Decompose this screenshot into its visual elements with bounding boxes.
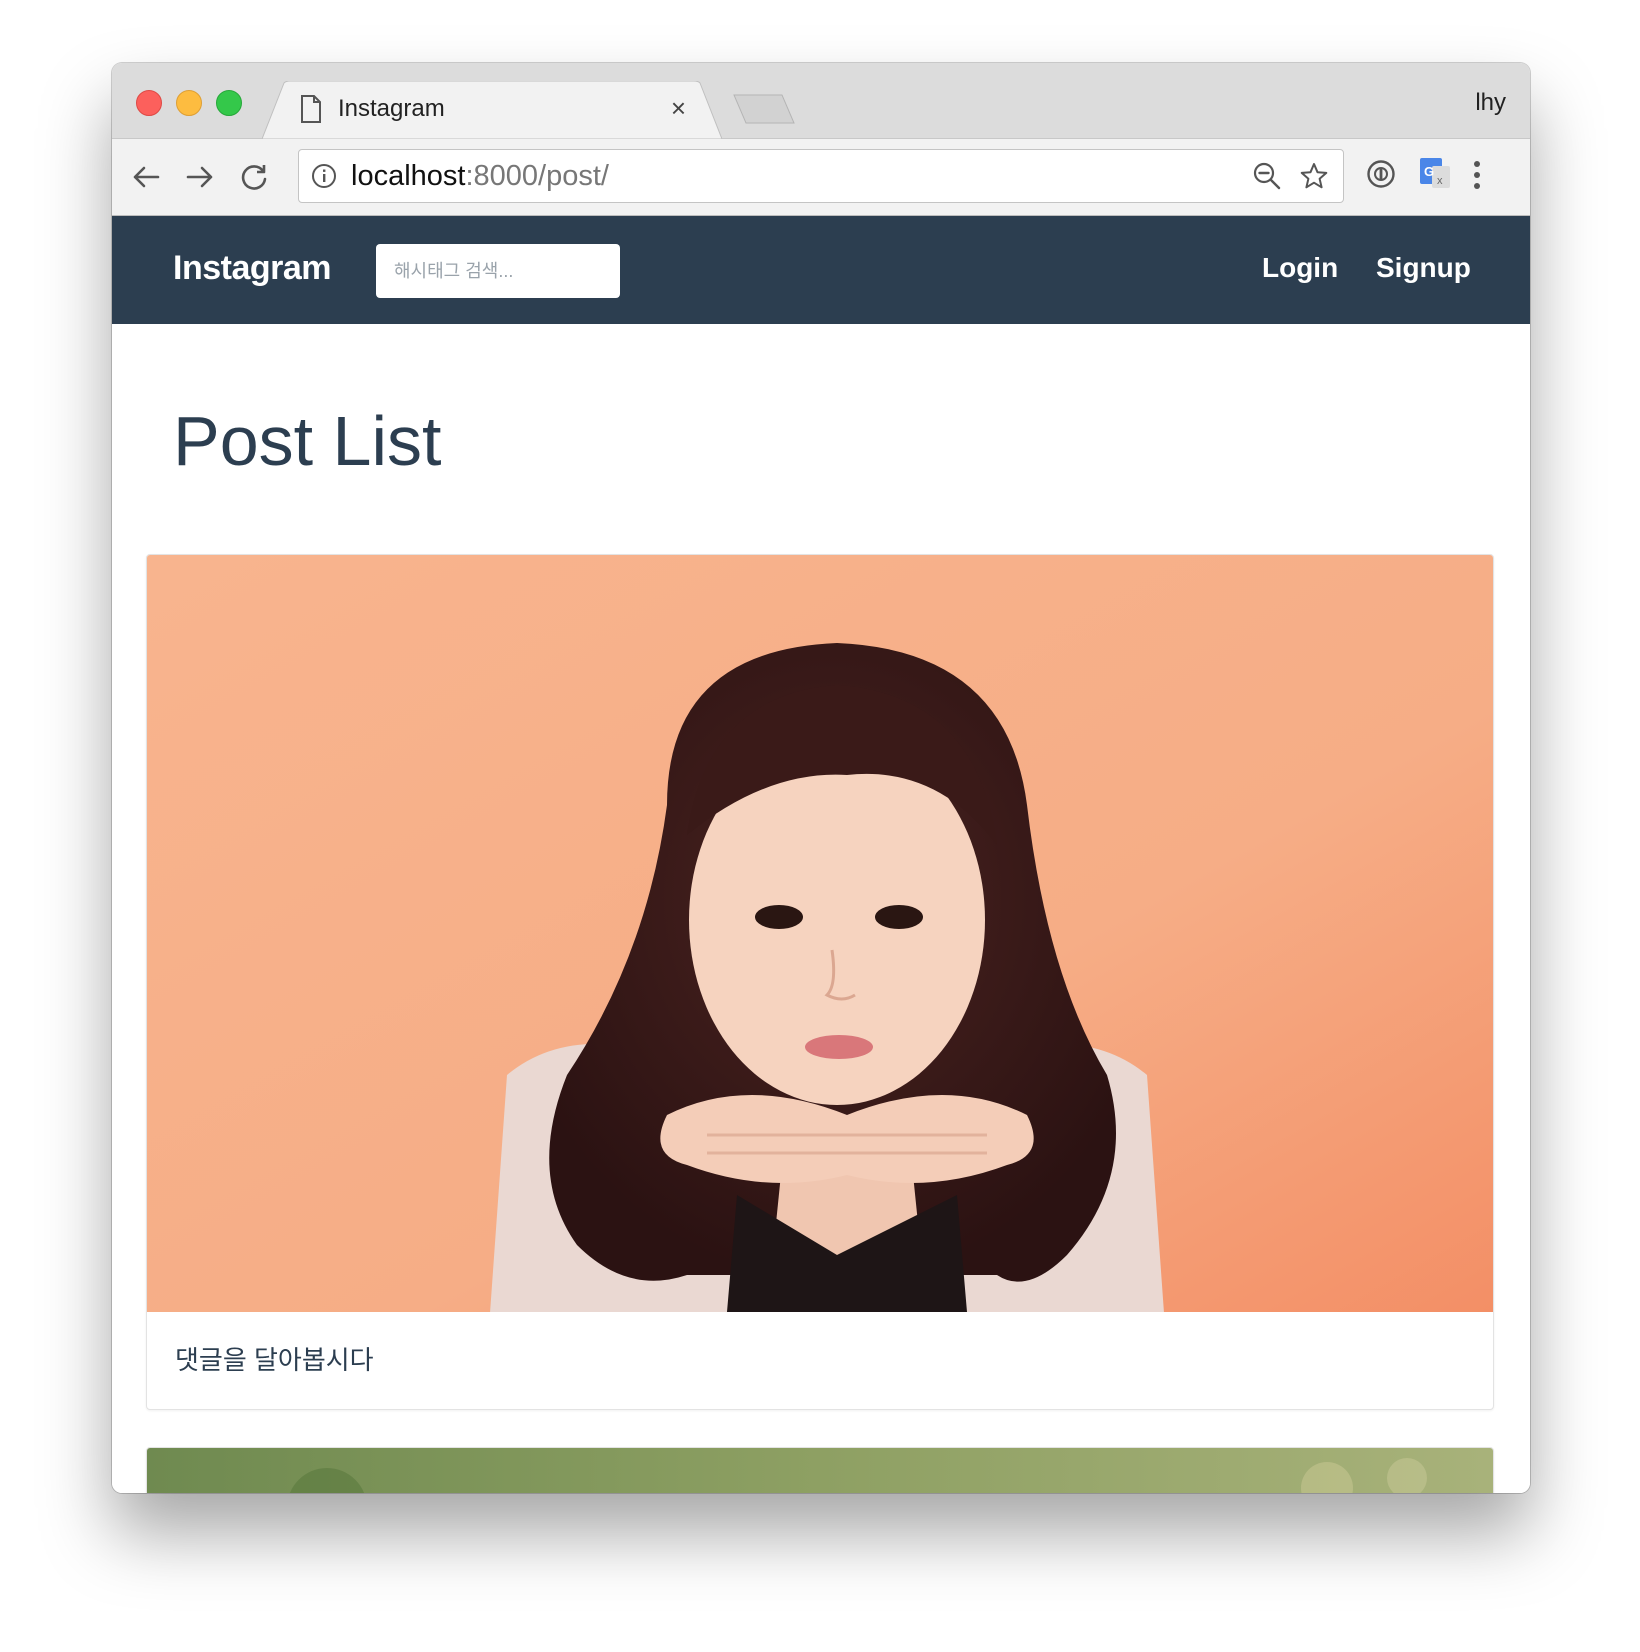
reload-icon: [241, 165, 267, 190]
forward-button[interactable]: [182, 159, 218, 195]
translate-icon[interactable]: Gx: [1418, 156, 1452, 195]
browser-window: Instagram × lhy localhost:8000/post/ G x…: [112, 63, 1530, 1493]
forward-arrow-icon: [186, 166, 213, 188]
post-card[interactable]: 댓글을 달아봅시다: [146, 554, 1494, 1410]
back-button[interactable]: [128, 159, 164, 195]
address-bar[interactable]: localhost:8000/post/: [298, 149, 1344, 203]
url-host: localhost: [351, 160, 466, 192]
back-arrow-icon: [133, 166, 160, 188]
zoom-window-button[interactable]: [216, 90, 242, 116]
tab-strip: Instagram × lhy: [112, 63, 1530, 139]
hashtag-search-input[interactable]: [376, 244, 620, 298]
browser-tab[interactable]: Instagram ×: [262, 81, 722, 139]
close-window-button[interactable]: [136, 90, 162, 116]
zoom-out-icon[interactable]: [1253, 162, 1281, 195]
post-image[interactable]: [147, 1448, 1493, 1493]
post-image[interactable]: [147, 555, 1493, 1312]
minimize-window-button[interactable]: [176, 90, 202, 116]
url-path: :8000/post/: [465, 160, 609, 192]
signup-link[interactable]: Signup: [1376, 252, 1471, 284]
site-navbar: Instagram Login Signup: [112, 216, 1530, 324]
password-manager-icon[interactable]: [1366, 159, 1396, 194]
close-tab-icon[interactable]: ×: [671, 94, 686, 122]
more-menu-icon[interactable]: [1470, 159, 1484, 196]
new-tab-button[interactable]: [732, 93, 796, 125]
post-card[interactable]: [146, 1447, 1494, 1493]
page-viewport: Instagram Login Signup Post List: [112, 216, 1530, 1493]
info-icon[interactable]: [311, 163, 337, 194]
brand-link[interactable]: Instagram: [173, 249, 332, 288]
page-title: Post List: [173, 402, 442, 480]
svg-text:x: x: [1437, 175, 1443, 187]
bookmark-star-icon[interactable]: [1299, 161, 1329, 196]
browser-toolbar: localhost:8000/post/ Gx: [112, 139, 1530, 216]
document-icon: [300, 95, 322, 128]
profile-name[interactable]: lhy: [1475, 89, 1506, 117]
url-text: localhost:8000/post/: [351, 160, 609, 193]
tab-title: Instagram: [338, 95, 445, 122]
svg-text:G: G: [1424, 164, 1434, 179]
reload-button[interactable]: [236, 159, 272, 195]
post-caption: 댓글을 달아봅시다: [175, 1345, 374, 1375]
login-link[interactable]: Login: [1262, 252, 1338, 284]
